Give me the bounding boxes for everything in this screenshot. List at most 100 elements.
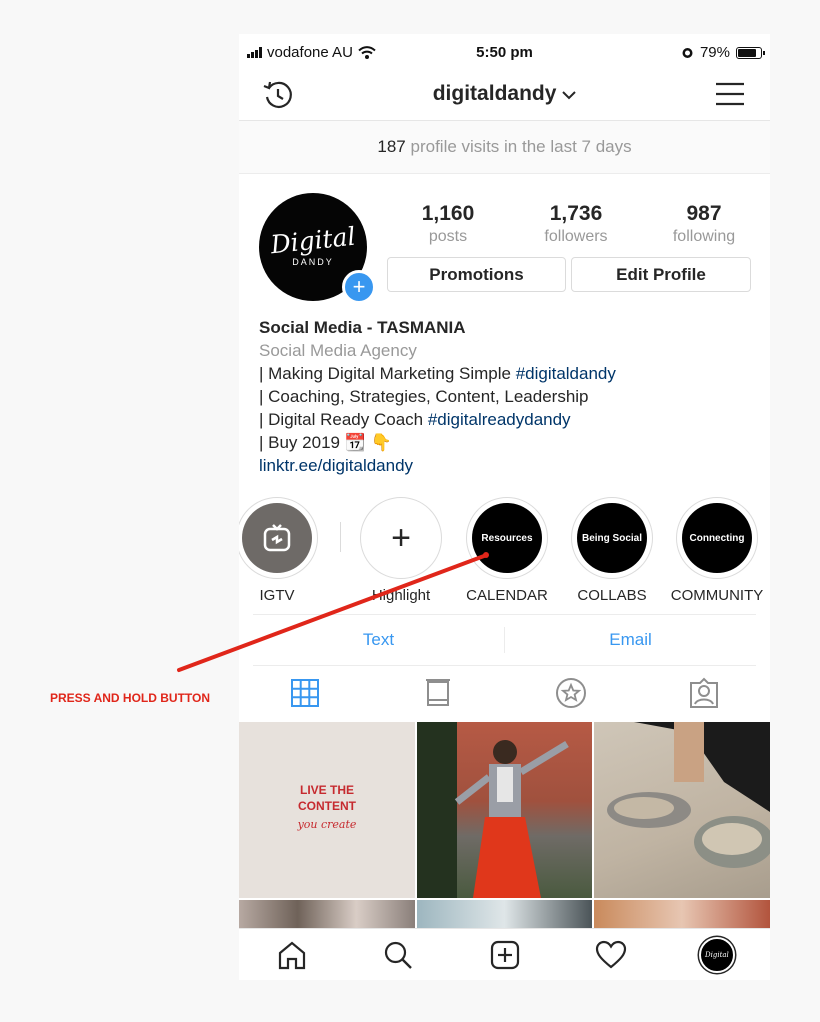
highlight-new[interactable]: + Highlight: [354, 497, 448, 604]
nav-home[interactable]: [239, 929, 345, 980]
tab-saved[interactable]: [505, 665, 638, 721]
post-thumbnail[interactable]: LIVE THE CONTENT you create: [239, 722, 415, 898]
post-text-line: CONTENT: [298, 799, 356, 813]
highlight-divider: [340, 522, 341, 552]
post-thumbnail[interactable]: [239, 900, 415, 928]
post-grid: LIVE THE CONTENT you create: [239, 722, 770, 928]
nav-activity[interactable]: [558, 929, 664, 980]
profile-name: Social Media - TASMANIA: [259, 318, 466, 337]
following-count: 987: [686, 202, 722, 225]
highlight-cover: Connecting: [682, 503, 752, 573]
posts-count: 1,160: [421, 202, 475, 225]
hashtag-link[interactable]: #digitaldandy: [516, 364, 616, 383]
story-highlights: IGTV + Highlight Resources CALENDAR Bein…: [239, 497, 770, 607]
profile-tabs: [239, 665, 770, 721]
avatar-logo-subtext: DANDY: [292, 257, 334, 267]
following-label: following: [672, 228, 736, 245]
highlight-label: CALENDAR: [466, 587, 548, 604]
menu-icon[interactable]: [716, 82, 744, 106]
edit-profile-button[interactable]: Edit Profile: [571, 257, 751, 292]
profile-header: digitaldandy: [239, 70, 770, 121]
profile-stats: 1,160 posts 1,736 followers 987 followin…: [384, 202, 768, 252]
highlight-ring: Being Social: [571, 497, 653, 579]
highlight-ring: [239, 497, 318, 579]
highlight-community[interactable]: Connecting COMMUNITY: [670, 497, 764, 604]
add-story-icon[interactable]: +: [342, 270, 376, 304]
contact-options: Text Email: [253, 614, 756, 666]
username: digitaldandy: [432, 82, 557, 105]
highlight-label: Highlight: [371, 587, 431, 604]
grid-icon: [291, 679, 320, 707]
bio-line-1: | Making Digital Marketing Simple #digit…: [259, 362, 759, 385]
text-button[interactable]: Text: [253, 615, 504, 665]
igtv-feed-icon: [426, 679, 451, 706]
followers-count: 1,736: [549, 202, 603, 225]
photo-shoes: [607, 722, 770, 868]
tab-tagged[interactable]: [637, 665, 770, 721]
bio-line-4: | Buy 2019 📆 👇: [259, 433, 392, 452]
posts-label: posts: [428, 228, 468, 245]
stat-following[interactable]: 987 following: [640, 202, 768, 252]
home-icon: [278, 941, 306, 970]
highlight-collabs[interactable]: Being Social COLLABS: [565, 497, 659, 604]
visit-count: 187: [377, 137, 406, 156]
search-icon: [385, 941, 413, 969]
post-script-text: you create: [297, 818, 357, 831]
highlight-label: COMMUNITY: [670, 587, 764, 604]
highlight-igtv[interactable]: IGTV: [239, 497, 324, 604]
bio-line-2: | Coaching, Strategies, Content, Leaders…: [259, 387, 589, 406]
avatar-logo-text: Digital: [269, 221, 357, 260]
tagged-icon: [689, 677, 718, 708]
battery-icon: [736, 46, 765, 59]
saved-star-icon: [555, 678, 586, 708]
post-thumbnail[interactable]: [594, 900, 770, 928]
status-bar: vodafone AU 5:50 pm 79%: [239, 34, 770, 70]
stat-followers[interactable]: 1,736 followers: [512, 202, 640, 252]
nav-new-post[interactable]: [451, 929, 557, 980]
highlight-cover: Being Social: [577, 503, 647, 573]
email-button[interactable]: Email: [505, 615, 756, 665]
post-thumbnail[interactable]: [417, 900, 592, 928]
username-switcher[interactable]: digitaldandy: [239, 82, 770, 106]
highlight-ring: Resources: [466, 497, 548, 579]
profile-bio: Social Media - TASMANIA Social Media Age…: [259, 316, 759, 477]
highlight-calendar[interactable]: Resources CALENDAR: [460, 497, 554, 604]
bio-line-1-text: | Making Digital Marketing Simple: [259, 364, 516, 383]
alarm-icon: [682, 48, 693, 58]
post-text-line: LIVE THE: [299, 783, 354, 797]
profile-category: Social Media Agency: [259, 341, 417, 360]
igtv-icon: [242, 503, 312, 573]
bottom-navigation: Digital: [239, 928, 770, 980]
promotions-button[interactable]: Promotions: [387, 257, 566, 292]
post-thumbnail[interactable]: [417, 722, 592, 898]
profile-avatar-icon: Digital: [698, 937, 735, 973]
chevron-down-icon: [562, 91, 576, 100]
battery-percent: 79%: [699, 44, 730, 61]
highlight-label: IGTV: [259, 587, 295, 604]
followers-label: followers: [544, 228, 608, 245]
plus-icon: +: [391, 519, 411, 557]
hashtag-link[interactable]: #digitalreadydandy: [428, 410, 571, 429]
highlight-ring: +: [360, 497, 442, 579]
visit-text: profile visits in the last 7 days: [410, 137, 632, 156]
nav-search[interactable]: [345, 929, 451, 980]
nav-profile[interactable]: Digital: [664, 929, 770, 980]
highlight-ring: Connecting: [676, 497, 758, 579]
phone-screen: vodafone AU 5:50 pm 79% digitaldandy 187: [239, 34, 770, 980]
tab-grid[interactable]: [239, 665, 372, 721]
stat-posts[interactable]: 1,160 posts: [384, 202, 512, 252]
highlight-cover: Resources: [472, 503, 542, 573]
bio-line-3: | Digital Ready Coach #digitalreadydandy: [259, 408, 759, 431]
photo-woman-red-skirt: [417, 722, 569, 898]
bio-line-3-text: | Digital Ready Coach: [259, 410, 428, 429]
add-post-icon: [490, 940, 519, 970]
post-text: LIVE THE CONTENT: [239, 782, 415, 814]
highlight-label: COLLABS: [577, 587, 647, 604]
status-right: 79%: [681, 44, 765, 61]
tab-igtv-feed[interactable]: [372, 665, 505, 721]
insights-banner[interactable]: 187 profile visits in the last 7 days: [239, 121, 770, 174]
website-link[interactable]: linktr.ee/digitaldandy: [259, 454, 759, 477]
activity-heart-icon: [595, 940, 626, 969]
annotation-label: PRESS AND HOLD BUTTON: [50, 691, 211, 705]
post-thumbnail[interactable]: [594, 722, 770, 898]
